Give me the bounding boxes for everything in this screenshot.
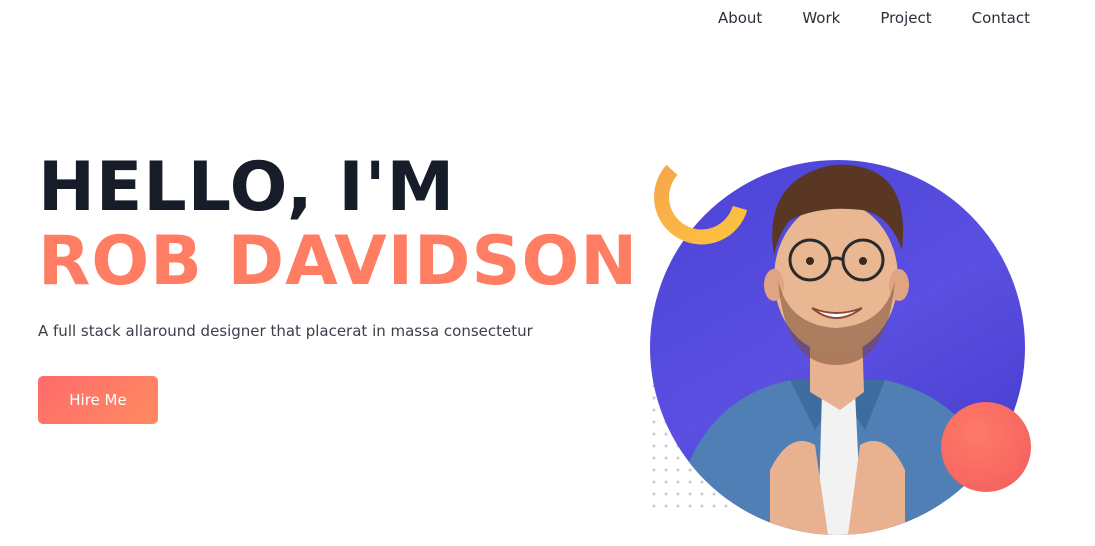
hero-tagline: A full stack allaround designer that pla… [38,322,533,340]
main-nav: About Work Project Contact [718,8,1030,28]
hero-section: HELLO, I'M ROB DAVIDSON A full stack all… [38,150,638,424]
ring-shape [654,165,748,245]
hero-name: ROB DAVIDSON [38,222,639,301]
nav-link-about[interactable]: About [718,8,762,28]
nav-link-work[interactable]: Work [802,8,840,28]
nav-link-contact[interactable]: Contact [972,8,1030,28]
nav-link-project[interactable]: Project [880,8,931,28]
hero-greeting: HELLO, I'M [38,148,456,227]
hero-visual [640,100,1060,546]
hire-me-button[interactable]: Hire Me [38,376,158,424]
coral-circle-shape [941,402,1031,492]
